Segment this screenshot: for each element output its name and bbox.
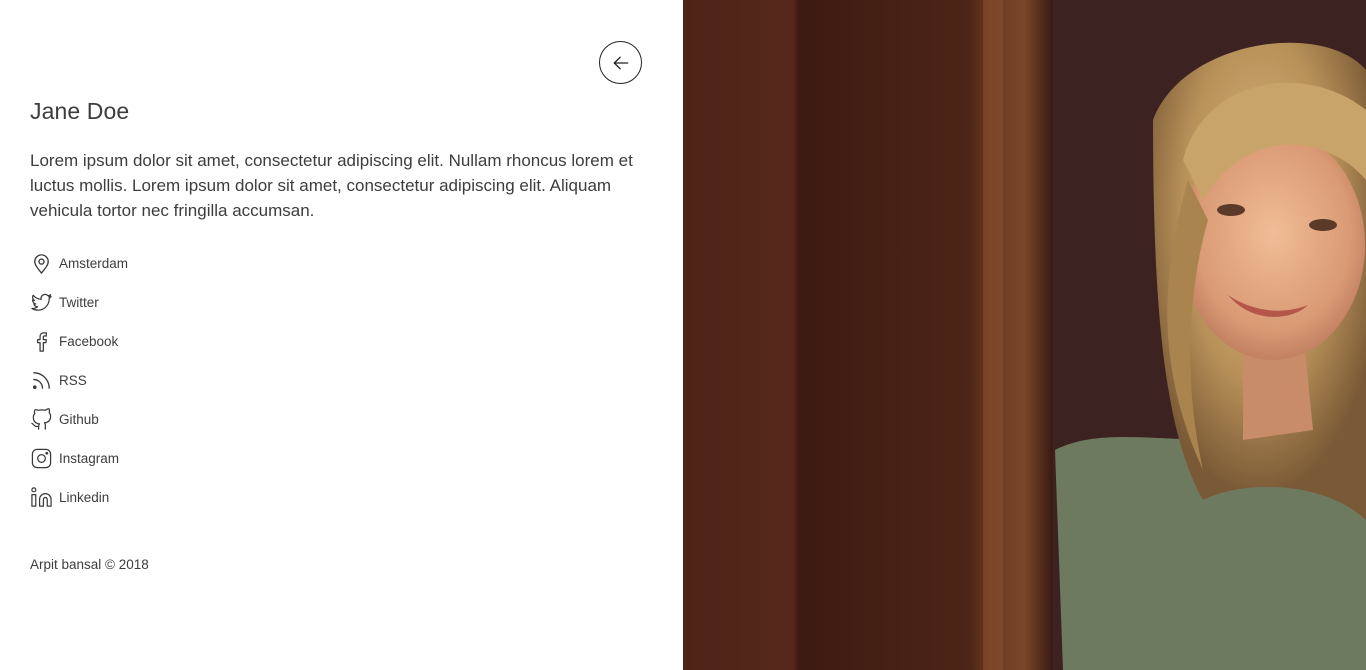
link-label: RSS — [59, 373, 87, 388]
instagram-icon — [30, 447, 53, 470]
link-label: Amsterdam — [59, 256, 129, 271]
profile-panel: Jane Doe Lorem ipsum dolor sit amet, con… — [0, 0, 683, 670]
arrow-left-icon — [613, 56, 628, 69]
link-label: Linkedin — [59, 490, 110, 505]
link-rss[interactable]: RSS — [30, 361, 128, 400]
link-github[interactable]: Github — [30, 400, 128, 439]
github-icon — [30, 408, 53, 431]
footer-copyright: Arpit bansal © 2018 — [30, 557, 149, 572]
link-label: Twitter — [59, 295, 99, 310]
profile-bio: Lorem ipsum dolor sit amet, consectetur … — [30, 151, 633, 220]
link-twitter[interactable]: Twitter — [30, 283, 128, 322]
back-button[interactable] — [599, 41, 642, 84]
location-pin-icon — [30, 252, 53, 275]
profile-name: Jane Doe — [30, 98, 130, 124]
link-location[interactable]: Amsterdam — [30, 244, 128, 283]
rss-icon — [30, 369, 53, 392]
link-facebook[interactable]: Facebook — [30, 322, 128, 361]
link-instagram[interactable]: Instagram — [30, 439, 128, 478]
social-links-list: Amsterdam Twitter Facebook RSS Github In… — [30, 244, 128, 517]
link-label: Facebook — [59, 334, 119, 349]
link-label: Github — [59, 412, 99, 427]
linkedin-icon — [30, 486, 53, 509]
facebook-icon — [30, 330, 53, 353]
profile-photo-illustration — [683, 0, 1366, 670]
link-label: Instagram — [59, 451, 120, 466]
profile-photo — [683, 0, 1366, 670]
profile-page: Jane Doe Lorem ipsum dolor sit amet, con… — [0, 0, 1366, 670]
link-linkedin[interactable]: Linkedin — [30, 478, 128, 517]
twitter-icon — [30, 291, 53, 314]
